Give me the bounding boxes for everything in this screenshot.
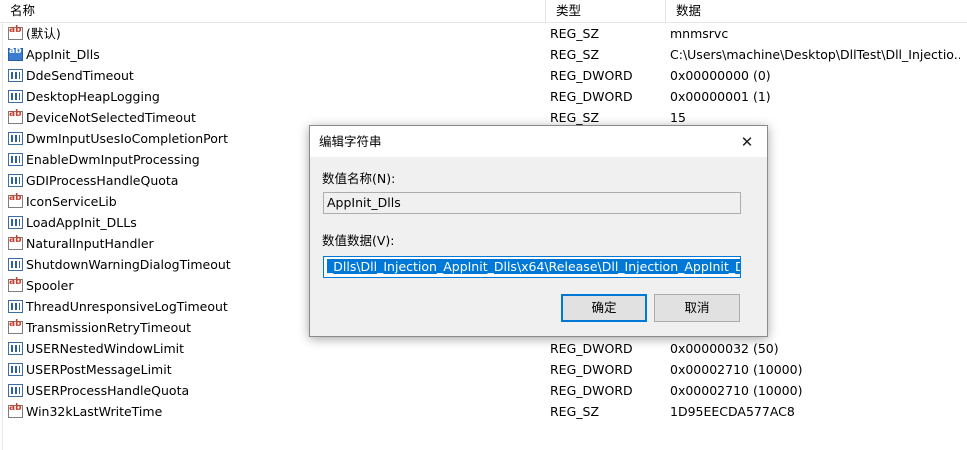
string-value-icon bbox=[8, 191, 23, 208]
value-name: LoadAppInit_DLLs bbox=[26, 215, 137, 230]
ok-button[interactable]: 确定 bbox=[561, 294, 647, 322]
value-name-cell: USERPostMessageLimit bbox=[8, 359, 538, 380]
value-name: ThreadUnresponsiveLogTimeout bbox=[26, 299, 228, 314]
value-name-cell: USERNestedWindowLimit bbox=[8, 338, 538, 359]
string-value-icon bbox=[8, 317, 23, 334]
list-item[interactable]: DdeSendTimeout REG_DWORD 0x00000000 (0) bbox=[0, 65, 967, 86]
dword-value-icon bbox=[8, 69, 23, 82]
value-type: REG_DWORD bbox=[550, 362, 633, 377]
string-value-icon bbox=[8, 23, 23, 40]
string-value-icon bbox=[8, 401, 23, 418]
value-name: GDIProcessHandleQuota bbox=[26, 173, 179, 188]
column-header-type[interactable]: 类型 bbox=[545, 0, 665, 22]
value-name-cell: (默认) bbox=[8, 23, 538, 44]
value-name-cell: Win32kLastWriteTime bbox=[8, 401, 538, 422]
value-name: AppInit_Dlls bbox=[26, 47, 100, 62]
value-data: 0x00002710 (10000) bbox=[670, 383, 803, 398]
column-header: 名称 类型 数据 bbox=[0, 0, 967, 23]
string-value-icon bbox=[8, 233, 23, 250]
value-name-field[interactable]: AppInit_Dlls bbox=[323, 192, 741, 214]
dword-value-icon bbox=[8, 384, 23, 397]
value-data: 1D95EECDA577AC8 bbox=[670, 404, 795, 419]
dword-value-icon bbox=[8, 300, 23, 313]
value-name: Win32kLastWriteTime bbox=[26, 404, 163, 419]
close-icon[interactable]: ✕ bbox=[735, 131, 759, 153]
string-value-icon bbox=[8, 107, 23, 124]
value-name: (默认) bbox=[26, 26, 61, 41]
value-name: NaturalInputHandler bbox=[26, 236, 154, 251]
list-item[interactable]: USERNestedWindowLimit REG_DWORD 0x00000032… bbox=[0, 338, 967, 359]
value-data-label: 数值数据(V): bbox=[322, 233, 395, 248]
list-item[interactable]: Win32kLastWriteTime REG_SZ 1D95EECDA577AC8 bbox=[0, 401, 967, 422]
dialog-title-bar: 编辑字符串 ✕ bbox=[310, 126, 767, 157]
value-name: USERPostMessageLimit bbox=[26, 362, 172, 377]
column-header-data[interactable]: 数据 bbox=[665, 0, 967, 22]
value-name: ShutdownWarningDialogTimeout bbox=[26, 257, 231, 272]
dword-value-icon bbox=[8, 132, 23, 145]
value-data-text: _Dlls\Dll_Injection_AppInit_Dlls\x64\Rel… bbox=[327, 259, 740, 274]
list-item[interactable]: DesktopHeapLogging REG_DWORD 0x00000001 (1… bbox=[0, 86, 967, 107]
value-name: Spooler bbox=[26, 278, 74, 293]
value-name: EnableDwmInputProcessing bbox=[26, 152, 200, 167]
value-type: REG_DWORD bbox=[550, 341, 633, 356]
dialog-title: 编辑字符串 bbox=[319, 134, 382, 149]
dword-value-icon bbox=[8, 174, 23, 187]
value-name: DesktopHeapLogging bbox=[26, 89, 160, 104]
dword-value-icon bbox=[8, 342, 23, 355]
value-name-label: 数值名称(N): bbox=[322, 171, 396, 186]
value-type: REG_SZ bbox=[550, 26, 600, 41]
column-header-name[interactable]: 名称 bbox=[0, 0, 545, 22]
value-name: IconServiceLib bbox=[26, 194, 117, 209]
value-type: REG_SZ bbox=[550, 404, 600, 419]
list-item[interactable]: (默认) REG_SZ mnmsrvc bbox=[0, 23, 967, 44]
list-item[interactable]: USERProcessHandleQuota REG_DWORD 0x0000271… bbox=[0, 380, 967, 401]
value-type: REG_DWORD bbox=[550, 68, 633, 83]
value-name-cell: DesktopHeapLogging bbox=[8, 86, 538, 107]
value-data: 0x00000001 (1) bbox=[670, 89, 771, 104]
value-data: 0x00000000 (0) bbox=[670, 68, 771, 83]
list-item[interactable]: AppInit_Dlls REG_SZ C:\Users\machine\Deskt… bbox=[0, 44, 967, 65]
cancel-button[interactable]: 取消 bbox=[654, 294, 740, 322]
edit-string-dialog: 编辑字符串 ✕ 数值名称(N): AppInit_Dlls 数值数据(V): _… bbox=[309, 125, 768, 337]
value-data: mnmsrvc bbox=[670, 26, 729, 41]
value-name: USERNestedWindowLimit bbox=[26, 341, 185, 356]
dword-value-icon bbox=[8, 153, 23, 166]
value-data: C:\Users\machine\Desktop\DllTest\Dll_Inj… bbox=[670, 47, 960, 62]
list-item[interactable]: USERPostMessageLimit REG_DWORD 0x00002710 … bbox=[0, 359, 967, 380]
value-type: REG_DWORD bbox=[550, 383, 633, 398]
value-name: USERProcessHandleQuota bbox=[26, 383, 190, 398]
value-name: DdeSendTimeout bbox=[26, 68, 134, 83]
dword-value-icon bbox=[8, 90, 23, 103]
value-name: DwmInputUsesIoCompletionPort bbox=[26, 131, 228, 146]
string-value-icon bbox=[8, 44, 23, 61]
value-data: 0x00002710 (10000) bbox=[670, 362, 803, 377]
value-name-cell: DdeSendTimeout bbox=[8, 65, 538, 86]
string-value-icon bbox=[8, 275, 23, 292]
dword-value-icon bbox=[8, 216, 23, 229]
value-type: REG_SZ bbox=[550, 47, 600, 62]
value-name: TransmissionRetryTimeout bbox=[26, 320, 192, 335]
value-data-input[interactable]: _Dlls\Dll_Injection_AppInit_Dlls\x64\Rel… bbox=[323, 256, 741, 278]
value-name: DeviceNotSelectedTimeout bbox=[26, 110, 196, 125]
dword-value-icon bbox=[8, 363, 23, 376]
value-type: REG_DWORD bbox=[550, 89, 633, 104]
value-data: 0x00000032 (50) bbox=[670, 341, 779, 356]
dword-value-icon bbox=[8, 258, 23, 271]
value-name-cell: USERProcessHandleQuota bbox=[8, 380, 538, 401]
value-name-cell: AppInit_Dlls bbox=[8, 44, 538, 65]
